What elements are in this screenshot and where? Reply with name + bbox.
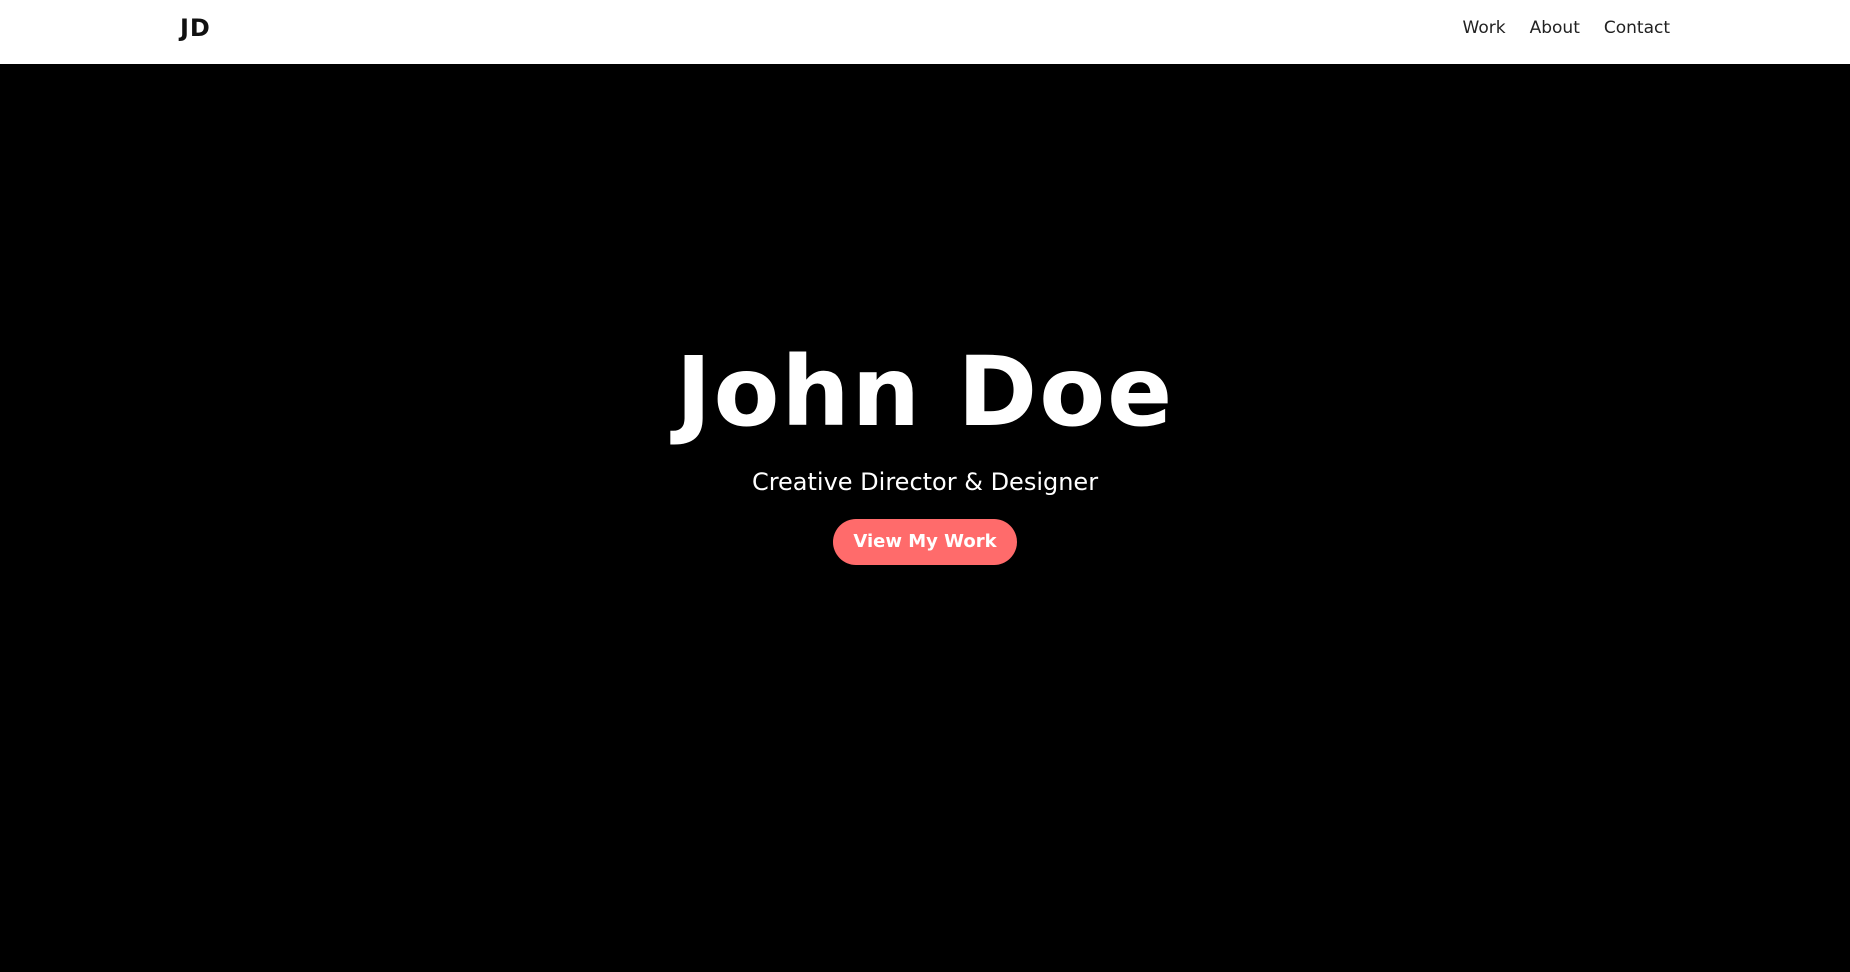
hero-section [0, 64, 1850, 972]
logo-link[interactable]: JD [180, 14, 211, 42]
nav-link-work[interactable]: Work [1463, 18, 1506, 38]
hero-subtitle: Creative Director & Designer [751, 468, 1099, 496]
nav-links: Work About Contact [1463, 18, 1670, 38]
view-work-button[interactable]: View My Work [833, 519, 1017, 565]
nav-link-contact[interactable]: Contact [1604, 18, 1670, 38]
hero-title: John Doe [675, 336, 1175, 448]
top-navbar: JD Work About Contact [0, 0, 1850, 64]
cta-container: View My Work [0, 519, 1850, 565]
nav-link-about[interactable]: About [1530, 18, 1580, 38]
